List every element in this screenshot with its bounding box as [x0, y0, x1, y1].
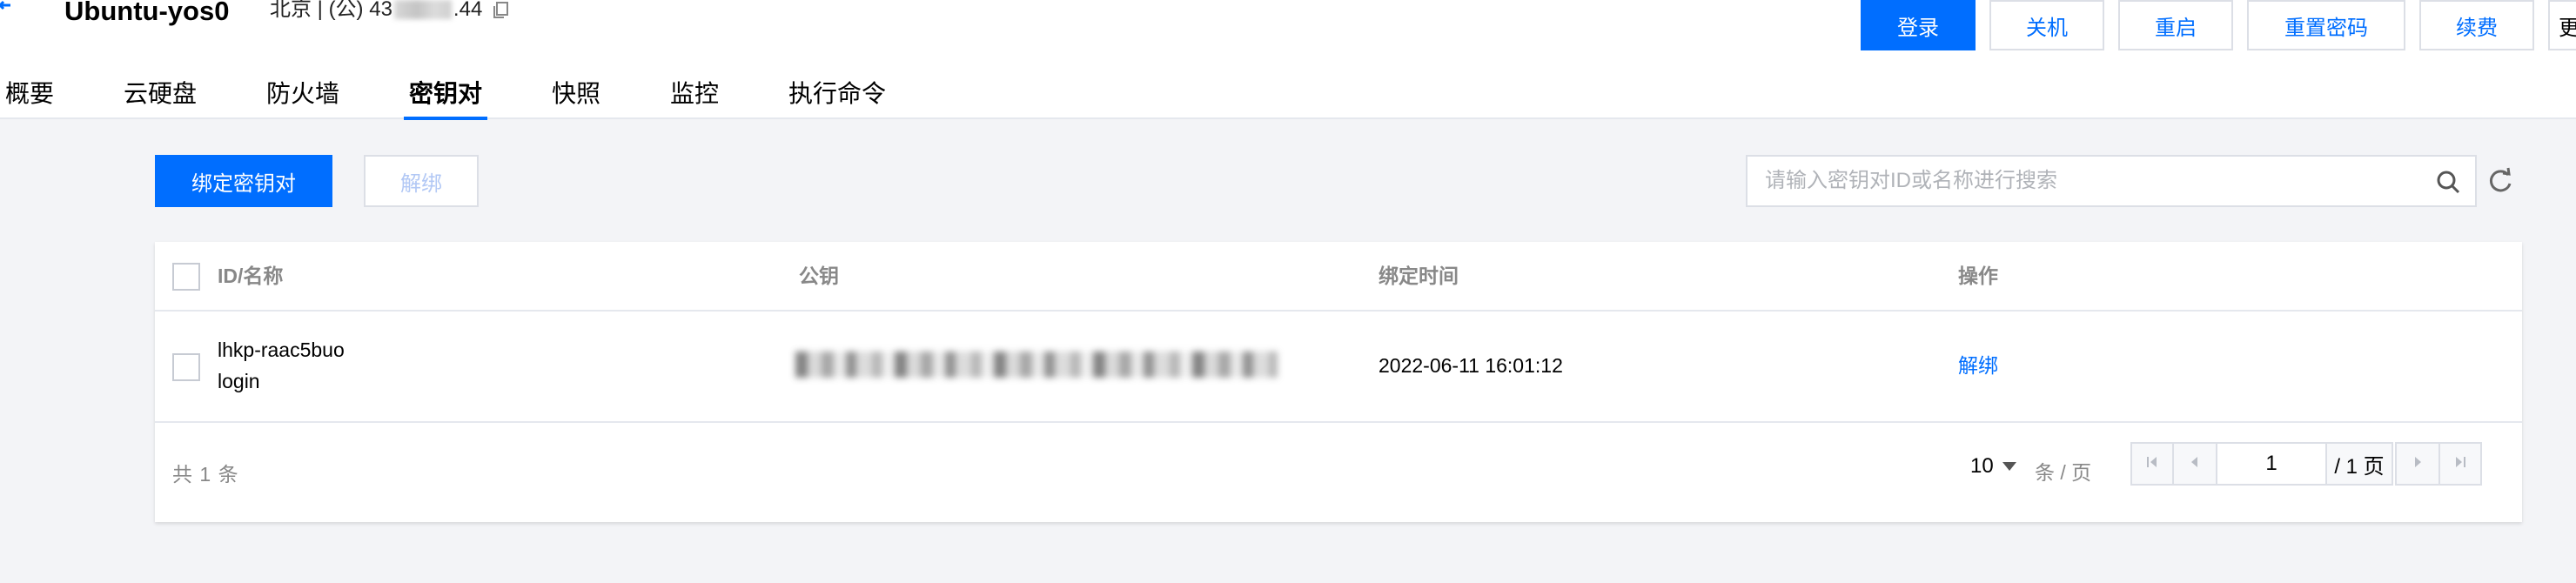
first-page-icon	[2145, 455, 2159, 473]
instance-meta: 北京 | (公) 43 .44	[270, 0, 512, 24]
total-count: 共 1 条	[172, 463, 239, 486]
last-page-button[interactable]	[2438, 442, 2482, 486]
prev-page-button[interactable]	[2172, 442, 2217, 486]
shutdown-button[interactable]: 关机	[1989, 0, 2104, 50]
next-page-icon	[2411, 455, 2425, 473]
instance-header: Ubuntu-yos0 北京 | (公) 43 .44 登录 关机 重启 重置密…	[0, 0, 2576, 120]
table-header: ID/名称 公钥 绑定时间 操作	[155, 242, 2522, 312]
ip-redaction	[393, 0, 452, 19]
search-box	[1746, 155, 2477, 207]
instance-region-ip: 北京 | (公) 43	[270, 0, 392, 21]
row-checkbox[interactable]	[172, 353, 200, 381]
first-page-button[interactable]	[2130, 442, 2174, 486]
renew-button[interactable]: 续费	[2419, 0, 2534, 50]
public-key-redacted	[795, 352, 1278, 378]
tab-firewall[interactable]: 防火墙	[266, 77, 339, 111]
unbind-button[interactable]: 解绑	[364, 155, 479, 207]
instance-ip-suffix: .44	[453, 0, 483, 21]
bind-time: 2022-06-11 16:01:12	[1379, 354, 1563, 377]
search-input[interactable]	[1748, 157, 2426, 205]
back-icon[interactable]	[0, 0, 17, 26]
pagination: 共 1 条 10 条 / 页 1 / 1 页	[155, 425, 2522, 522]
row-unbind-link[interactable]: 解绑	[1958, 350, 1998, 381]
last-page-icon	[2453, 455, 2467, 473]
tab-overview[interactable]: 概要	[5, 77, 54, 111]
tab-key-pairs[interactable]: 密钥对	[403, 77, 488, 120]
per-page-label: 条 / 页	[2035, 461, 2092, 484]
total-pages: / 1 页	[2327, 442, 2393, 486]
tab-run-command[interactable]: 执行命令	[788, 77, 886, 111]
detail-tabs: 概要 云硬盘 防火墙 密钥对 快照 监控 执行命令	[0, 68, 1044, 120]
column-bind-time: 绑定时间	[1379, 265, 1459, 287]
prev-page-icon	[2188, 455, 2202, 473]
restart-button[interactable]: 重启	[2118, 0, 2233, 50]
table-row: lhkp-raac5buo login 2022-06-11 16:01:12 …	[155, 312, 2522, 423]
page-size-select[interactable]: 10	[1970, 454, 2016, 479]
key-pair-name: login	[218, 370, 260, 392]
refresh-icon[interactable]	[2485, 166, 2515, 196]
key-pair-id[interactable]: lhkp-raac5buo	[218, 334, 345, 365]
column-public-key: 公钥	[799, 265, 839, 287]
tab-cloud-disk[interactable]: 云硬盘	[124, 77, 197, 111]
bind-key-pair-button[interactable]: 绑定密钥对	[155, 155, 332, 207]
reset-password-button[interactable]: 重置密码	[2247, 0, 2405, 50]
column-actions: 操作	[1958, 265, 1998, 287]
next-page-button[interactable]	[2395, 442, 2440, 486]
tab-monitoring[interactable]: 监控	[670, 77, 719, 111]
chevron-down-icon	[2002, 462, 2016, 471]
select-all-checkbox[interactable]	[172, 263, 200, 291]
copy-icon[interactable]	[491, 0, 512, 20]
column-id-name: ID/名称	[218, 265, 284, 287]
more-button[interactable]: 更	[2548, 0, 2576, 50]
key-pair-table: ID/名称 公钥 绑定时间 操作 lhkp-raac5buo login 202…	[155, 242, 2522, 522]
search-icon[interactable]	[2435, 169, 2461, 195]
page-size-value: 10	[1970, 454, 1994, 478]
instance-name: Ubuntu-yos0	[64, 0, 230, 26]
tab-snapshots[interactable]: 快照	[552, 77, 600, 111]
page-number-input[interactable]: 1	[2216, 442, 2327, 486]
login-button[interactable]: 登录	[1861, 0, 1976, 50]
